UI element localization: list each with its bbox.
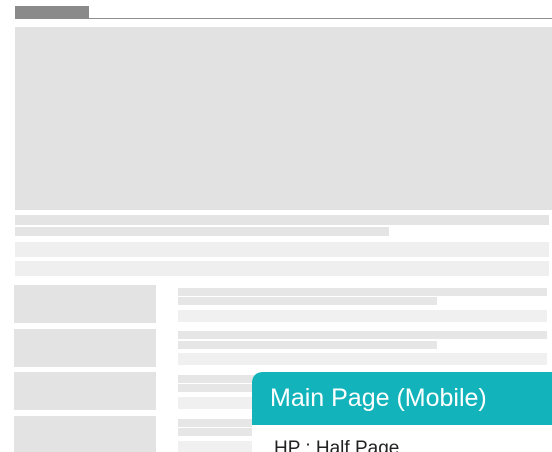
list-item-thumbnail bbox=[14, 372, 156, 410]
list-item-title-line bbox=[178, 297, 437, 305]
headline-line-2 bbox=[15, 227, 389, 236]
summary-bar-1 bbox=[15, 242, 549, 257]
list-item-thumbnail bbox=[14, 416, 156, 452]
headline-line-1 bbox=[15, 215, 549, 225]
annotation-card-title: Main Page (Mobile) bbox=[252, 372, 552, 425]
list-item-title-line bbox=[178, 341, 437, 349]
header-tab-placeholder bbox=[15, 6, 89, 19]
hero-image-placeholder bbox=[15, 27, 552, 210]
header-divider bbox=[89, 18, 552, 19]
annotation-card: Main Page (Mobile) HP : Half Page bbox=[252, 372, 552, 452]
list-item-thumbnail bbox=[14, 285, 156, 323]
summary-bar-2 bbox=[15, 261, 549, 276]
list-item-title-line bbox=[178, 288, 547, 296]
list-item-subtitle-line bbox=[178, 353, 547, 365]
annotation-card-body: HP : Half Page bbox=[274, 438, 400, 452]
list-item-thumbnail bbox=[14, 329, 156, 367]
list-item-title-line bbox=[178, 331, 547, 339]
list-item-subtitle-line bbox=[178, 310, 547, 322]
